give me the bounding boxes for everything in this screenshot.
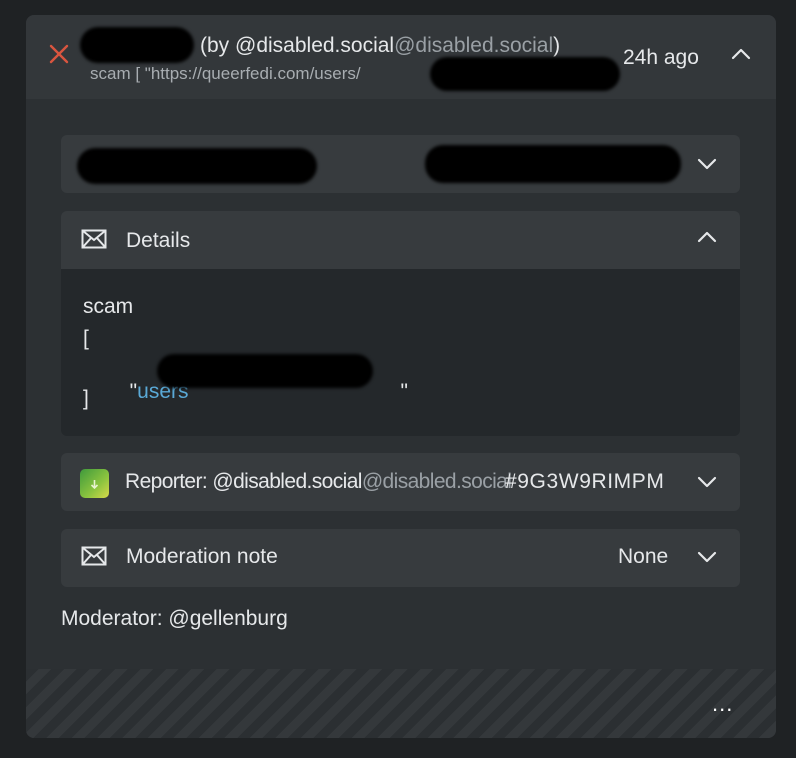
report-target-handle: (by @disabled.social@disabled.social)	[200, 34, 560, 58]
report-card: (by @disabled.social@disabled.social) sc…	[26, 15, 776, 738]
card-footer	[26, 669, 776, 738]
chevron-down-icon[interactable]	[695, 470, 719, 494]
details-panel-header[interactable]: Details	[61, 211, 740, 269]
redacted-field	[425, 145, 681, 183]
redacted-url	[157, 354, 373, 388]
mail-icon	[81, 229, 107, 249]
mail-icon	[81, 546, 107, 566]
details-line: ]	[83, 387, 89, 410]
details-content: scam [ "users " ]	[61, 269, 740, 436]
redacted-field	[77, 148, 317, 184]
report-id: #9G3W9RIMPM	[505, 470, 665, 493]
chevron-down-icon[interactable]	[695, 152, 719, 176]
reporter-panel[interactable]: Reporter: @disabled.social@disabled.soci…	[61, 453, 740, 511]
reporter-domain: @disabled.social	[361, 470, 512, 493]
chevron-down-icon[interactable]	[695, 545, 719, 569]
reporter-text: Reporter: @disabled.social	[125, 470, 362, 493]
details-title: Details	[126, 229, 191, 252]
reporter-handle: Reporter: @disabled.social@disabled.soci…	[125, 470, 512, 494]
download-icon	[90, 480, 99, 490]
redacted-account-panel[interactable]	[61, 135, 740, 193]
handle-domain: @disabled.social	[394, 34, 554, 57]
report-time: 24h ago	[623, 46, 699, 69]
report-comment-preview: scam [ "https://queerfedi.com/users/	[90, 64, 361, 83]
report-header[interactable]: (by @disabled.social@disabled.social) sc…	[26, 15, 776, 99]
avatar	[80, 469, 109, 498]
moderation-note-title: Moderation note	[126, 545, 278, 568]
quote-close: "	[400, 380, 408, 403]
more-options-button[interactable]: ...	[712, 691, 733, 717]
handle-suffix: )	[553, 34, 561, 57]
close-icon[interactable]	[48, 43, 70, 65]
handle-text: (by @disabled.social	[200, 34, 395, 57]
redacted-account-name	[80, 27, 194, 63]
details-line: scam	[83, 295, 134, 318]
moderation-note-value: None	[618, 545, 669, 568]
moderation-note-panel[interactable]: Moderation note None	[61, 529, 740, 587]
details-line: [	[83, 327, 89, 350]
chevron-up-icon[interactable]	[729, 42, 753, 66]
chevron-up-icon[interactable]	[695, 225, 719, 249]
quote-open: "	[118, 380, 138, 403]
moderator-label: Moderator: @gellenburg	[61, 607, 288, 630]
redacted-url	[430, 57, 620, 91]
